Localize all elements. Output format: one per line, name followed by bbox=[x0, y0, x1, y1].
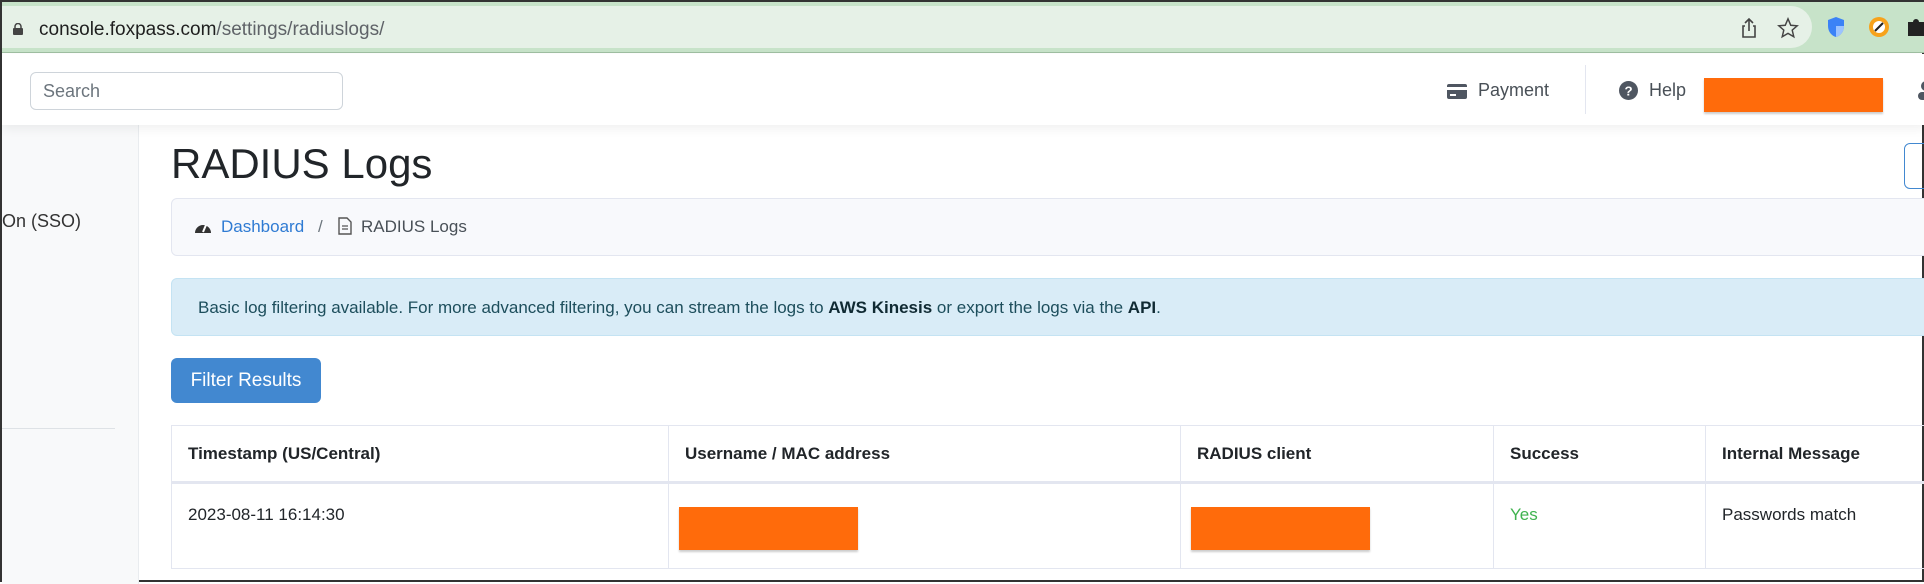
cell-radius-client bbox=[1181, 483, 1494, 569]
share-icon[interactable] bbox=[1739, 17, 1759, 39]
cell-success: Yes bbox=[1494, 483, 1706, 569]
help-circle-icon: ? bbox=[1619, 81, 1638, 100]
table-row: 2023-08-11 16:14:30 Yes Passwords match bbox=[172, 483, 1924, 569]
cell-username bbox=[669, 483, 1181, 569]
shield-extension-icon[interactable] bbox=[1827, 16, 1845, 38]
column-header-success[interactable]: Success bbox=[1494, 426, 1706, 483]
puzzle-icon[interactable] bbox=[1906, 16, 1924, 38]
address-bar[interactable]: console.foxpass.com/settings/radiuslogs/ bbox=[2, 6, 1812, 48]
help-link[interactable]: Help bbox=[1649, 80, 1686, 101]
payment-link[interactable]: Payment bbox=[1478, 80, 1549, 101]
cell-internal-message: Passwords match bbox=[1706, 483, 1924, 569]
url-text: console.foxpass.com/settings/radiuslogs/ bbox=[39, 19, 384, 41]
redacted-username bbox=[679, 507, 858, 550]
breadcrumb-separator: / bbox=[318, 217, 323, 237]
dashboard-gauge-icon bbox=[194, 219, 212, 235]
credit-card-icon bbox=[1447, 84, 1467, 99]
navbar-divider bbox=[1585, 65, 1586, 114]
alert-text: . bbox=[1156, 298, 1161, 317]
table-header-row: Timestamp (US/Central) Username / MAC ad… bbox=[172, 426, 1924, 483]
partial-action-button[interactable] bbox=[1904, 143, 1924, 189]
sidebar: On (SSO) bbox=[2, 125, 139, 584]
cell-timestamp: 2023-08-11 16:14:30 bbox=[172, 483, 669, 569]
sidebar-item-sso[interactable]: On (SSO) bbox=[2, 211, 81, 232]
column-header-radius-client[interactable]: RADIUS client bbox=[1181, 426, 1494, 483]
redacted-radius-client bbox=[1191, 507, 1370, 550]
user-icon[interactable] bbox=[1916, 80, 1924, 100]
sidebar-divider bbox=[2, 428, 115, 429]
column-header-timestamp[interactable]: Timestamp (US/Central) bbox=[172, 426, 669, 483]
top-navbar: Payment ? Help bbox=[2, 54, 1924, 125]
radius-logs-table: Timestamp (US/Central) Username / MAC ad… bbox=[171, 425, 1924, 569]
column-header-internal-message[interactable]: Internal Message bbox=[1706, 426, 1924, 483]
info-alert: Basic log filtering available. For more … bbox=[171, 278, 1924, 336]
api-text: API bbox=[1128, 298, 1156, 317]
breadcrumb-dashboard-link[interactable]: Dashboard bbox=[221, 217, 304, 237]
column-header-username[interactable]: Username / MAC address bbox=[669, 426, 1181, 483]
search-input[interactable] bbox=[30, 72, 343, 110]
lock-icon bbox=[12, 23, 24, 35]
browser-toolbar: console.foxpass.com/settings/radiuslogs/ bbox=[2, 2, 1924, 53]
breadcrumb-current: RADIUS Logs bbox=[361, 217, 467, 237]
svg-text:?: ? bbox=[1624, 83, 1632, 98]
redacted-user-name bbox=[1704, 78, 1883, 112]
aws-kinesis-text: AWS Kinesis bbox=[828, 298, 932, 317]
extension-icon[interactable] bbox=[1868, 16, 1890, 38]
alert-text: or export the logs via the bbox=[932, 298, 1128, 317]
star-icon[interactable] bbox=[1777, 17, 1799, 39]
filter-results-button[interactable]: Filter Results bbox=[171, 358, 321, 403]
file-icon bbox=[338, 217, 352, 235]
breadcrumb: Dashboard / RADIUS Logs bbox=[171, 198, 1924, 256]
page-title: RADIUS Logs bbox=[171, 140, 432, 188]
alert-text: Basic log filtering available. For more … bbox=[198, 298, 828, 317]
